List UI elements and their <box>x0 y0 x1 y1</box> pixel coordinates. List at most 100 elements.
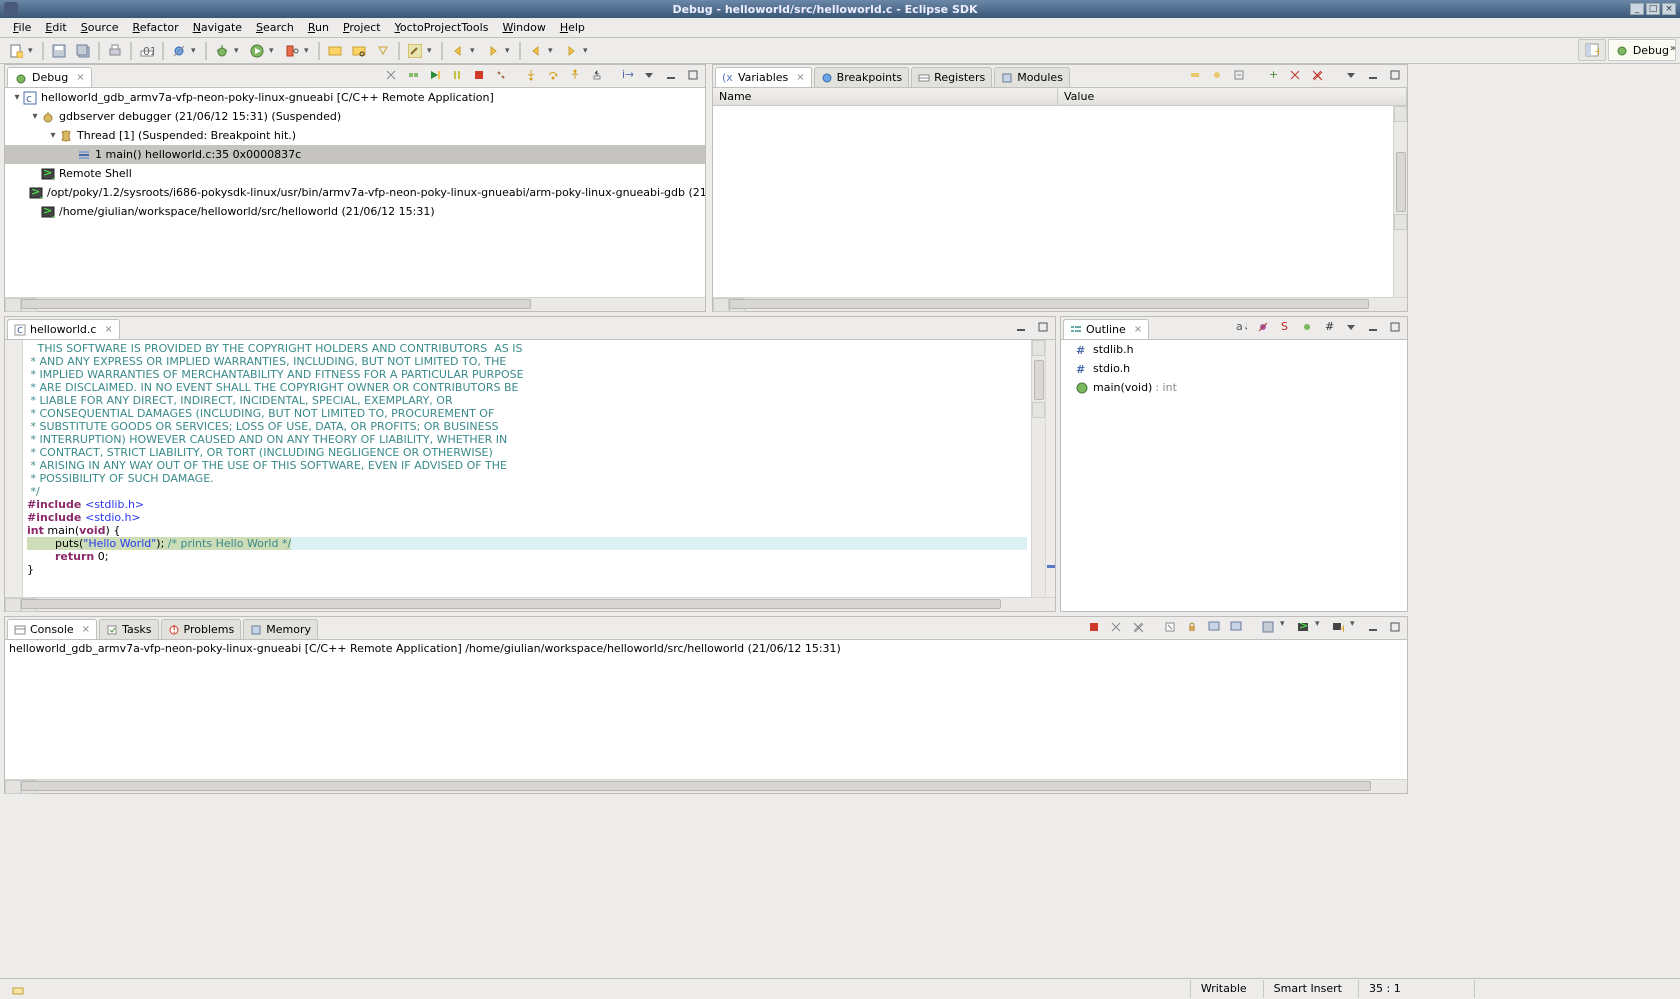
hide-fields-button[interactable] <box>1255 319 1271 335</box>
tab-tasks[interactable]: Tasks <box>99 619 158 639</box>
instruction-stepping-button[interactable]: i→ <box>619 67 635 83</box>
tab-file-helloworld[interactable]: c helloworld.c × <box>7 319 120 339</box>
menu-project[interactable]: Project <box>336 19 388 36</box>
perspective-debug[interactable]: Debug <box>1608 39 1676 61</box>
menu-edit[interactable]: Edit <box>38 19 73 36</box>
save-all-button[interactable] <box>73 41 93 61</box>
menu-file[interactable]: File <box>6 19 38 36</box>
close-tab-icon[interactable]: × <box>1134 324 1142 335</box>
min-btn[interactable] <box>1365 319 1381 335</box>
maximize-view-button[interactable] <box>685 67 701 83</box>
nav-previous-button[interactable] <box>448 41 468 61</box>
add-watch-button[interactable]: + <box>1265 67 1281 83</box>
remove-all-button[interactable] <box>1309 67 1325 83</box>
tab-console[interactable]: Console× <box>7 619 97 639</box>
new-dropdown[interactable]: ▾ <box>28 46 36 56</box>
remove-button[interactable] <box>1287 67 1303 83</box>
outline-row[interactable]: main(void): int <box>1061 378 1407 397</box>
debug-tree-row[interactable]: ▾chelloworld_gdb_armv7a-vfp-neon-poky-li… <box>5 88 705 107</box>
filter-button[interactable]: # <box>1321 319 1337 335</box>
step-into-button[interactable] <box>523 67 539 83</box>
menu-yoctoprojecttools[interactable]: YoctoProjectTools <box>388 19 496 36</box>
remove-terminated-button[interactable] <box>383 67 399 83</box>
step-return-button[interactable] <box>567 67 583 83</box>
tab-memory[interactable]: Memory <box>243 619 318 639</box>
editor-area[interactable]: THIS SOFTWARE IS PROVIDED BY THE COPYRIG… <box>5 339 1055 597</box>
connect-button[interactable] <box>405 67 421 83</box>
scrollbar-vertical[interactable] <box>1393 106 1407 297</box>
min-btn[interactable] <box>1013 319 1029 335</box>
console-output[interactable]: helloworld_gdb_armv7a-vfp-neon-poky-linu… <box>5 639 1407 779</box>
forward-button[interactable] <box>561 41 581 61</box>
close-tab-icon[interactable]: × <box>76 72 84 83</box>
debug-tree[interactable]: ▾chelloworld_gdb_armv7a-vfp-neon-poky-li… <box>5 87 705 297</box>
new-button[interactable] <box>6 41 26 61</box>
scrollbar-horizontal[interactable] <box>713 297 1407 311</box>
collapse-all-button[interactable] <box>1231 67 1247 83</box>
tab-outline[interactable]: Outline × <box>1063 319 1149 339</box>
min-btn[interactable] <box>1365 619 1381 635</box>
max-btn[interactable] <box>1387 319 1403 335</box>
remove-launch-button[interactable] <box>1108 619 1124 635</box>
close-tab-icon[interactable]: × <box>104 324 112 335</box>
search-button[interactable] <box>349 41 369 61</box>
scrollbar-horizontal[interactable] <box>5 779 1407 793</box>
save-button[interactable] <box>49 41 69 61</box>
run-button[interactable] <box>247 41 267 61</box>
editor-gutter[interactable] <box>5 340 23 597</box>
maximize-button[interactable]: □ <box>1646 3 1660 15</box>
tab-debug[interactable]: Debug × <box>7 67 92 87</box>
step-over-button[interactable] <box>545 67 561 83</box>
highlighter-button[interactable] <box>405 41 425 61</box>
menu-run[interactable]: Run <box>301 19 336 36</box>
disconnect-button[interactable] <box>493 67 509 83</box>
scrollbar-horizontal[interactable] <box>5 297 705 311</box>
show-type-button[interactable] <box>1187 67 1203 83</box>
min-btn[interactable] <box>1365 67 1381 83</box>
outline-row[interactable]: #stdio.h <box>1061 359 1407 378</box>
twisty-icon[interactable]: ▾ <box>29 111 41 122</box>
terminate-console-button[interactable] <box>1086 619 1102 635</box>
max-btn[interactable] <box>1035 319 1051 335</box>
minimize-view-button[interactable] <box>663 67 679 83</box>
external-tools-button[interactable] <box>282 41 302 61</box>
new-console-button[interactable]: + <box>1330 619 1346 635</box>
max-btn[interactable] <box>1387 67 1403 83</box>
hide-nonpublic-button[interactable] <box>1299 319 1315 335</box>
debug-button[interactable] <box>212 41 232 61</box>
twisty-icon[interactable]: ▾ <box>11 92 23 103</box>
open-console-button[interactable]: >_ <box>1295 619 1311 635</box>
open-type-button[interactable] <box>325 41 345 61</box>
outline-tree[interactable]: #stdlib.h#stdio.hmain(void): int <box>1061 339 1407 611</box>
resume-button[interactable] <box>427 67 443 83</box>
view-menu[interactable] <box>1343 67 1359 83</box>
save-console-button[interactable] <box>1260 619 1276 635</box>
close-tab-icon[interactable]: × <box>82 624 90 635</box>
menu-navigate[interactable]: Navigate <box>186 19 249 36</box>
menu-help[interactable]: Help <box>553 19 592 36</box>
tab-modules[interactable]: Modules <box>994 67 1070 87</box>
skip-breakpoints-button[interactable] <box>169 41 189 61</box>
column-name[interactable]: Name <box>713 88 1058 105</box>
outline-row[interactable]: #stdlib.h <box>1061 340 1407 359</box>
tab-breakpoints[interactable]: Breakpoints <box>814 67 910 87</box>
open-perspective-button[interactable]: + <box>1578 39 1606 61</box>
hide-static-button[interactable]: S <box>1277 319 1293 335</box>
tab-variables[interactable]: (x)Variables× <box>715 67 812 87</box>
menu-refactor[interactable]: Refactor <box>126 19 186 36</box>
view-menu[interactable] <box>1343 319 1359 335</box>
build-button[interactable]: 010 <box>137 41 157 61</box>
debug-tree-row[interactable]: ▾gdbserver debugger (21/06/12 15:31) (Su… <box>5 107 705 126</box>
toolbar-expand-icon[interactable]: » <box>1670 43 1676 54</box>
scrollbar-horizontal[interactable] <box>5 597 1055 611</box>
back-button[interactable] <box>526 41 546 61</box>
debug-tree-row[interactable]: 1 main() helloworld.c:35 0x0000837c <box>5 145 705 164</box>
nav-next-button[interactable] <box>483 41 503 61</box>
clear-console-button[interactable] <box>1162 619 1178 635</box>
status-icon[interactable] <box>8 979 28 999</box>
terminate-button[interactable] <box>471 67 487 83</box>
debug-view-menu[interactable] <box>641 67 657 83</box>
debug-tree-row[interactable]: ▾Thread [1] (Suspended: Breakpoint hit.) <box>5 126 705 145</box>
display-console-button[interactable] <box>1228 619 1244 635</box>
print-button[interactable] <box>105 41 125 61</box>
